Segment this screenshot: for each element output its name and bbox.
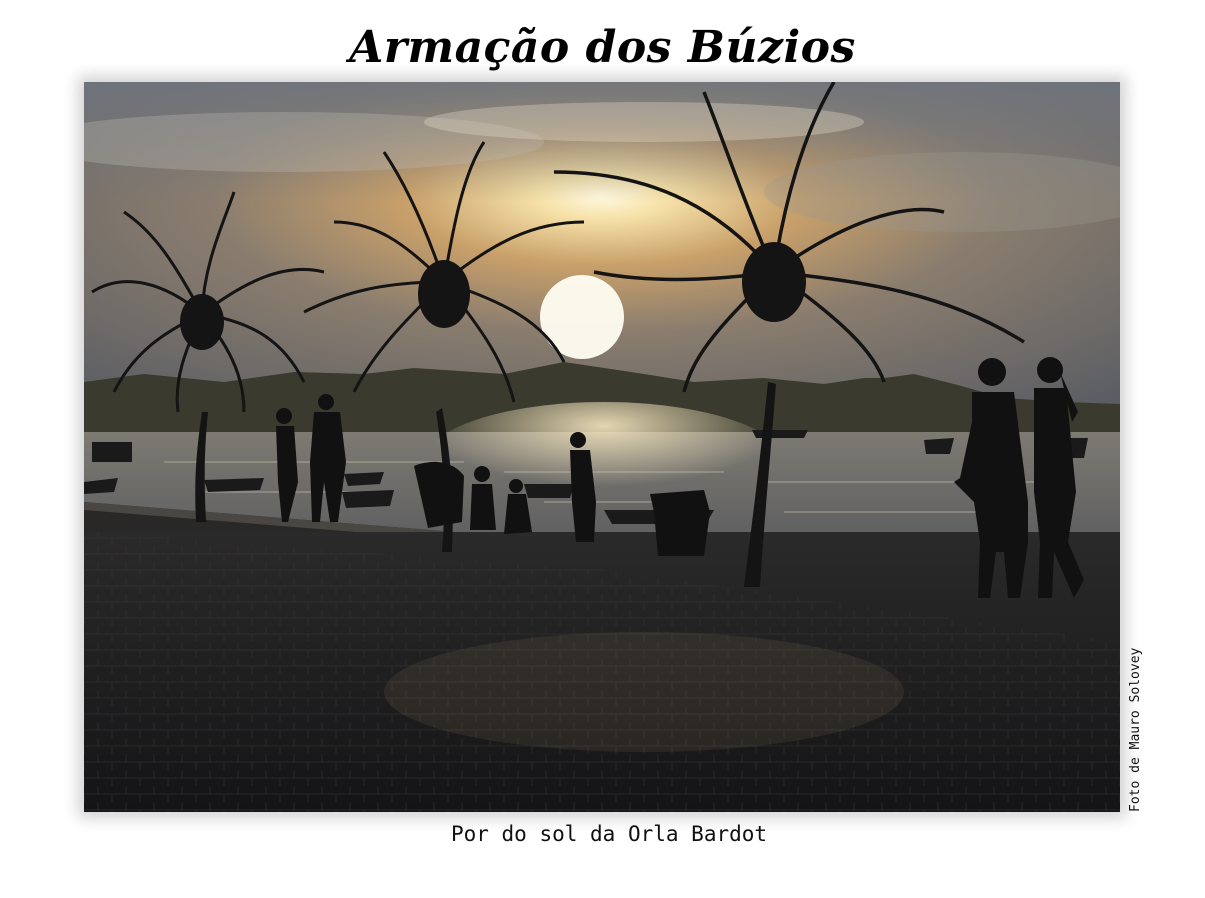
photo-credit: Foto de Mauro Solovey — [1128, 647, 1143, 812]
photo — [84, 82, 1120, 812]
sunset-photo — [84, 82, 1120, 812]
title: Armação dos Búzios — [349, 22, 856, 73]
caption: Por do sol da Orla Bardot — [450, 822, 768, 846]
